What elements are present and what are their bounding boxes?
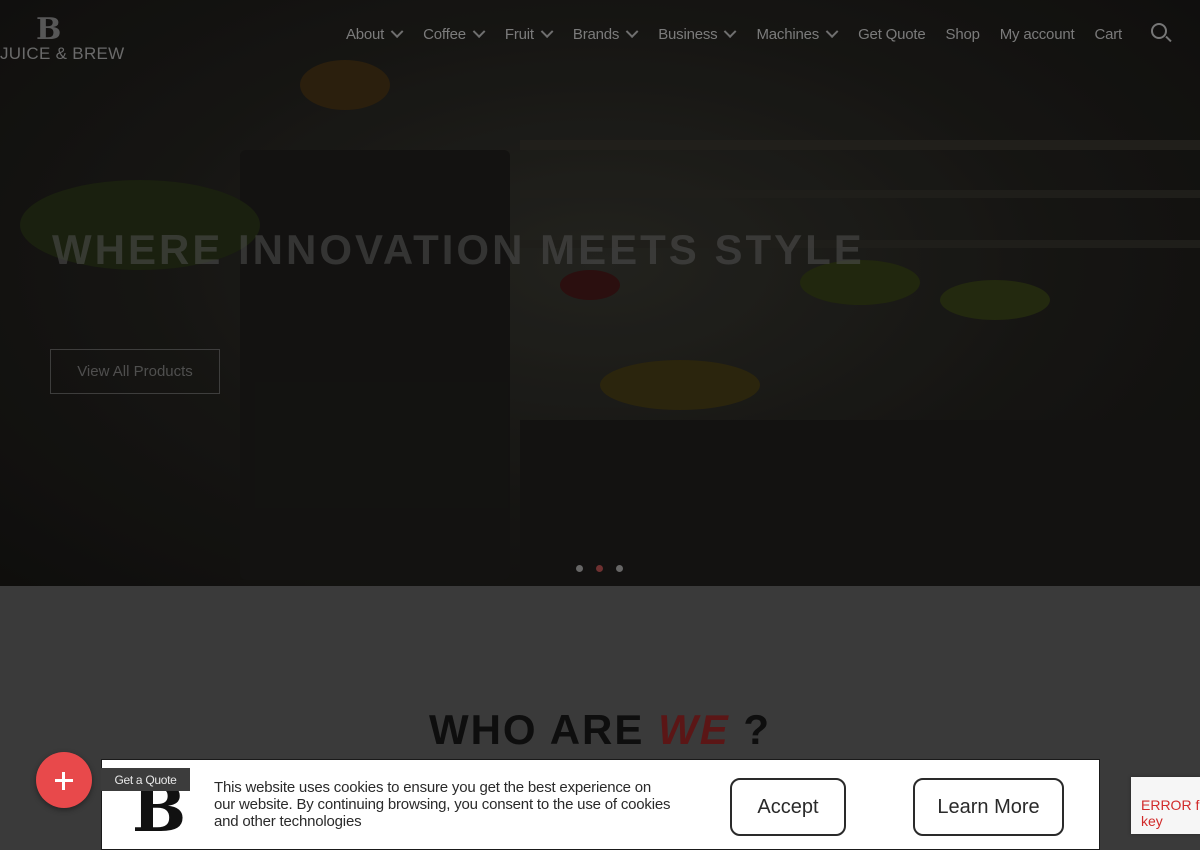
- cookie-text: This website uses cookies to ensure you …: [214, 779, 671, 830]
- nav-item-label: Fruit: [504, 25, 534, 43]
- chevron-down-icon: [472, 24, 486, 38]
- recaptcha-badge[interactable]: ERROR for site key: [1131, 777, 1200, 834]
- chevron-down-icon: [625, 24, 639, 38]
- main-nav: About Coffee Fruit Brands Business Machines Ge…: [326, 22, 1122, 46]
- nav-item-label: Cart: [1094, 25, 1122, 43]
- get-quote-tooltip: Get a Quote: [101, 768, 190, 791]
- slider-dot-1[interactable]: [576, 565, 583, 572]
- nav-item-label: Brands: [572, 25, 620, 43]
- get-quote-fab[interactable]: [36, 752, 92, 808]
- logo-text: JUICE & BREW: [0, 44, 125, 63]
- heading-part2: ?: [743, 706, 772, 753]
- nav-item-label: Get Quote: [858, 25, 926, 43]
- nav-item-label: Coffee: [423, 25, 466, 43]
- nav-item-label: About: [345, 25, 385, 43]
- chevron-down-icon: [390, 24, 404, 38]
- view-all-products-button[interactable]: View All Products: [50, 349, 220, 394]
- chevron-down-icon: [825, 24, 839, 38]
- hero-title: WHERE INNOVATION MEETS STYLE: [52, 226, 865, 273]
- slider-dot-3[interactable]: [616, 565, 623, 572]
- nav-item-machines[interactable]: Machines: [756, 24, 839, 43]
- learn-more-button[interactable]: Learn More: [913, 778, 1064, 836]
- heading-part1: WHO ARE: [428, 706, 645, 753]
- recaptcha-error: ERROR for site key: [1141, 797, 1200, 829]
- nav-item-label: Machines: [756, 25, 820, 43]
- nav-item-my-account[interactable]: My account: [1000, 26, 1075, 43]
- slider-dot-2[interactable]: [596, 565, 603, 572]
- nav-item-coffee[interactable]: Coffee: [423, 24, 486, 43]
- nav-item-fruit[interactable]: Fruit: [504, 24, 554, 43]
- slider-dots: [576, 565, 636, 572]
- hero-overlay: [0, 0, 1200, 586]
- nav-item-brands[interactable]: Brands: [572, 24, 639, 43]
- hero-slider: WHERE INNOVATION MEETS STYLE View All Pr…: [0, 0, 1200, 586]
- chevron-down-icon: [540, 24, 554, 38]
- nav-item-label: My account: [999, 25, 1075, 43]
- nav-item-label: Shop: [945, 25, 980, 43]
- chevron-down-icon: [724, 24, 737, 38]
- nav-item-business[interactable]: Business: [658, 24, 737, 43]
- site-logo[interactable]: B JUICE & BREW: [0, 8, 124, 68]
- search-icon[interactable]: [1150, 22, 1172, 44]
- accept-button[interactable]: Accept: [730, 778, 846, 836]
- cookie-banner: B This website uses cookies to ensure yo…: [101, 759, 1100, 850]
- nav-item-shop[interactable]: Shop: [946, 26, 980, 43]
- nav-item-get-quote[interactable]: Get Quote: [858, 25, 926, 43]
- heading-accent: WE: [658, 706, 730, 753]
- section-heading: WHO ARE WE ?: [0, 706, 1200, 754]
- logo-mark: B: [36, 12, 62, 47]
- nav-item-cart[interactable]: Cart: [1094, 26, 1122, 43]
- nav-item-about[interactable]: About: [345, 24, 404, 43]
- nav-item-label: Business: [658, 25, 718, 43]
